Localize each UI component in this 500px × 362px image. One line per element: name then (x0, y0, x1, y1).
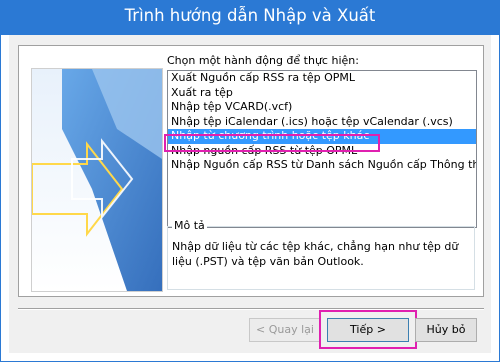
list-item-import-rss-common-feed[interactable]: Nhập Nguồn cấp RSS từ Danh sách Nguồn cấ… (168, 158, 476, 173)
description-text: Nhập dữ liệu từ các tệp khác, chẳng hạn … (172, 240, 459, 268)
back-button[interactable]: < Quay lại (249, 318, 321, 342)
list-item-import-rss-opml[interactable]: Nhập nguồn cấp RSS từ tệp OPML (168, 144, 476, 159)
list-item-export-rss-opml[interactable]: Xuất Nguồn cấp RSS ra tệp OPML (168, 71, 476, 86)
wizard-graphic (31, 68, 163, 292)
list-item-export-to-file[interactable]: Xuất ra tệp (168, 86, 476, 101)
import-export-arrows-illustration (32, 69, 162, 291)
description-group: Mô tả Nhập dữ liệu từ các tệp khác, chẳn… (167, 219, 475, 290)
button-divider (18, 308, 484, 310)
cancel-button[interactable]: Hủy bỏ (415, 318, 477, 342)
description-legend: Mô tả (172, 219, 207, 232)
list-item-import-vcard[interactable]: Nhập tệp VCARD(.vcf) (168, 100, 476, 115)
action-prompt-label: Chọn một hành động để thực hiện: (167, 54, 359, 67)
list-item-import-from-program-or-file[interactable]: Nhập từ chương trình hoặc tệp khác (168, 129, 476, 144)
next-button[interactable]: Tiếp > (327, 318, 409, 342)
import-export-wizard-window: Trình hướng dẫn Nhập và Xuất Chọn một hà… (0, 0, 500, 362)
wizard-body: Chọn một hành động để thực hiện: Xuất Ng… (9, 35, 491, 353)
action-listbox[interactable]: Xuất Nguồn cấp RSS ra tệp OPML Xuất ra t… (167, 70, 477, 228)
title-bar[interactable]: Trình hướng dẫn Nhập và Xuất (1, 1, 499, 35)
list-item-import-icalendar[interactable]: Nhập tệp iCalendar (.ics) hoặc tệp vCale… (168, 115, 476, 130)
wizard-panel: Chọn một hành động để thực hiện: Xuất Ng… (18, 45, 484, 297)
window-title: Trình hướng dẫn Nhập và Xuất (124, 6, 376, 25)
